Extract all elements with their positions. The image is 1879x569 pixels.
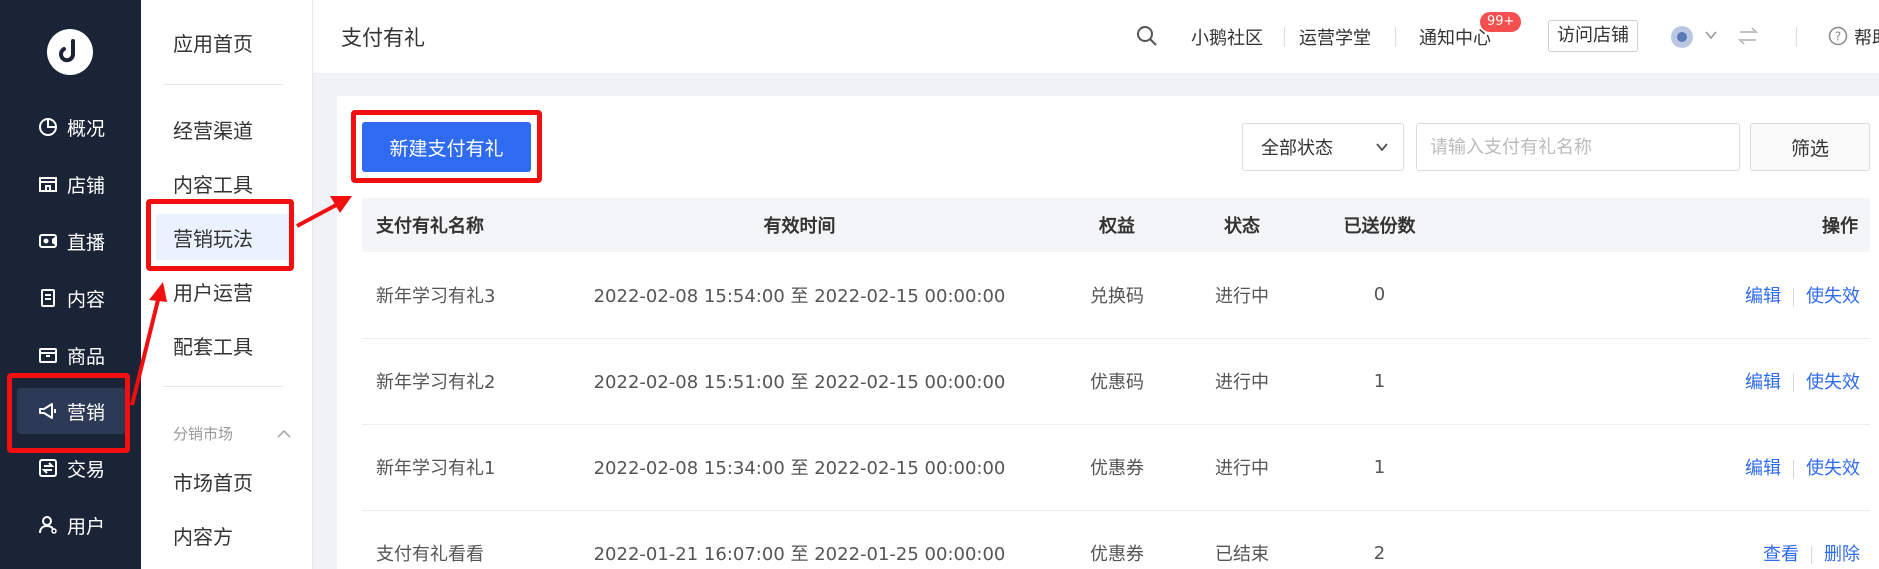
annotation-arrowhead-1 [149,282,167,302]
annotation-arrow-1 [130,295,161,406]
annotation-arrows [130,196,352,406]
annotation-arrow-2 [296,202,339,228]
